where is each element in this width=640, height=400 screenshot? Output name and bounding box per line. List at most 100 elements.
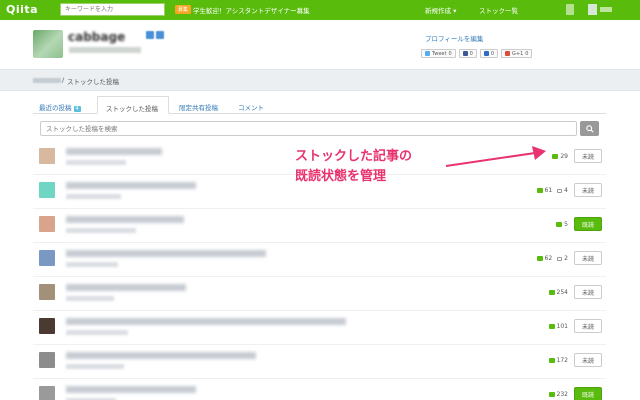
gplus-icon	[505, 51, 510, 56]
share-button[interactable]: G+1 0	[501, 49, 533, 58]
user-name-blurred[interactable]	[600, 7, 612, 12]
tab-label: コメント	[238, 104, 264, 112]
list-item[interactable]: 62 2 未読	[33, 243, 606, 277]
stock-folder-icon	[536, 256, 543, 261]
qiita-logo[interactable]: Qiita	[6, 3, 38, 16]
annotation-line: ストックした記事の	[295, 149, 413, 164]
item-stats: 101	[548, 323, 568, 330]
mark-read-button[interactable]: 未読	[574, 149, 602, 163]
stock-count: 5	[564, 221, 568, 228]
stock-count: 172	[556, 357, 568, 364]
stock-folder-icon	[548, 290, 555, 295]
edit-profile-link[interactable]: プロフィールを編集	[425, 33, 483, 43]
item-stats: 172	[548, 357, 568, 364]
share-button[interactable]: 0	[458, 49, 477, 58]
list-item[interactable]: 5 既読	[33, 209, 606, 243]
tab-label: 限定共有投稿	[179, 104, 218, 112]
item-title-blurred[interactable]	[66, 148, 162, 155]
author-avatar[interactable]	[39, 352, 55, 368]
author-avatar[interactable]	[39, 216, 55, 232]
stock-folder-icon	[548, 358, 555, 363]
mark-unread-button[interactable]: 既読	[574, 217, 602, 231]
tab-recent-posts[interactable]: 最近の投稿 4	[39, 96, 81, 114]
stock-search-button[interactable]	[580, 121, 599, 136]
stock-count: 232	[556, 391, 568, 398]
share-count: 0	[469, 50, 473, 57]
new-post-menu[interactable]: 新規作成 ▾	[425, 5, 456, 15]
item-stats: 62 2	[536, 255, 568, 262]
share-label: Tweet	[432, 50, 447, 57]
profile-name: cabbage	[68, 30, 126, 44]
item-title-blurred[interactable]	[66, 284, 186, 291]
promo-badge: 募集	[175, 5, 192, 14]
mark-read-button[interactable]: 未読	[574, 183, 602, 197]
share-count: 0	[490, 50, 494, 57]
item-stats: 232	[548, 391, 568, 398]
author-avatar[interactable]	[39, 148, 55, 164]
item-stats: 29	[552, 153, 568, 160]
annotation-line: 既読状態を管理	[295, 169, 387, 184]
item-stats: 254	[548, 289, 568, 296]
twitter-icon	[425, 51, 430, 56]
item-meta-blurred	[66, 262, 118, 267]
badge-icon	[156, 31, 164, 39]
mark-read-button[interactable]: 未読	[574, 319, 602, 333]
mark-unread-button[interactable]: 既読	[574, 387, 602, 400]
mark-read-button[interactable]: 未読	[574, 285, 602, 299]
search-box[interactable]	[60, 3, 165, 16]
author-avatar[interactable]	[39, 284, 55, 300]
share-buttons: Tweet 0 0 0 G+1 0	[421, 49, 533, 58]
tab-bar: 最近の投稿 4 ストックした投稿 限定共有投稿 コメント	[33, 96, 606, 114]
share-count: 0	[448, 50, 452, 57]
mark-read-button[interactable]: 未読	[574, 353, 602, 367]
item-title-blurred[interactable]	[66, 250, 266, 257]
breadcrumb-current: ストックした投稿	[67, 78, 119, 86]
stock-count: 29	[560, 153, 568, 160]
mark-read-button[interactable]: 未読	[574, 251, 602, 265]
notification-icon[interactable]	[566, 4, 574, 15]
tab-label: ストックした投稿	[106, 105, 158, 113]
user-avatar[interactable]	[588, 4, 597, 15]
comment-count: 4	[564, 187, 568, 194]
item-title-blurred[interactable]	[66, 216, 184, 223]
list-item[interactable]: 172 未読	[33, 345, 606, 379]
breadcrumb-user-blurred[interactable]	[33, 78, 61, 83]
item-meta-blurred	[66, 296, 114, 301]
item-meta-blurred	[66, 364, 124, 369]
stock-search-box[interactable]	[40, 121, 577, 136]
list-item[interactable]: 254 未読	[33, 277, 606, 311]
tab-limited-posts[interactable]: 限定共有投稿	[179, 96, 218, 114]
list-item[interactable]: 232 既読	[33, 379, 606, 400]
author-avatar[interactable]	[39, 250, 55, 266]
stock-search-input[interactable]	[41, 122, 576, 135]
stock-count: 61	[544, 187, 553, 194]
item-stats: 61 4	[536, 187, 568, 194]
item-title-blurred[interactable]	[66, 318, 346, 325]
tab-comments[interactable]: コメント	[238, 96, 264, 114]
author-avatar[interactable]	[39, 182, 55, 198]
breadcrumb: / ストックした投稿	[0, 69, 640, 91]
item-meta-blurred	[66, 330, 128, 335]
author-avatar[interactable]	[39, 318, 55, 334]
item-title-blurred[interactable]	[66, 352, 256, 359]
search-input[interactable]	[61, 4, 164, 15]
annotation-text: ストックした記事の 既読状態を管理	[295, 147, 412, 187]
share-button[interactable]: 0	[479, 49, 498, 58]
hatena-icon	[483, 51, 489, 56]
list-item[interactable]: 101 未読	[33, 311, 606, 345]
search-icon	[585, 124, 594, 133]
share-count: 0	[525, 50, 529, 57]
profile-badges	[146, 31, 166, 41]
share-button[interactable]: Tweet 0	[421, 49, 456, 58]
item-title-blurred[interactable]	[66, 182, 196, 189]
item-stats: 5	[556, 221, 568, 228]
promo-link[interactable]: 学生歓迎！アシスタントデザイナー募集	[193, 5, 310, 15]
item-title-blurred[interactable]	[66, 386, 196, 393]
tab-stocked-posts[interactable]: ストックした投稿	[97, 96, 169, 114]
comment-icon	[557, 188, 563, 193]
profile-avatar	[33, 30, 63, 58]
author-avatar[interactable]	[39, 386, 55, 400]
stock-list-link[interactable]: ストック一覧	[479, 5, 518, 15]
stock-folder-icon	[548, 324, 555, 329]
breadcrumb-separator: /	[62, 76, 65, 84]
